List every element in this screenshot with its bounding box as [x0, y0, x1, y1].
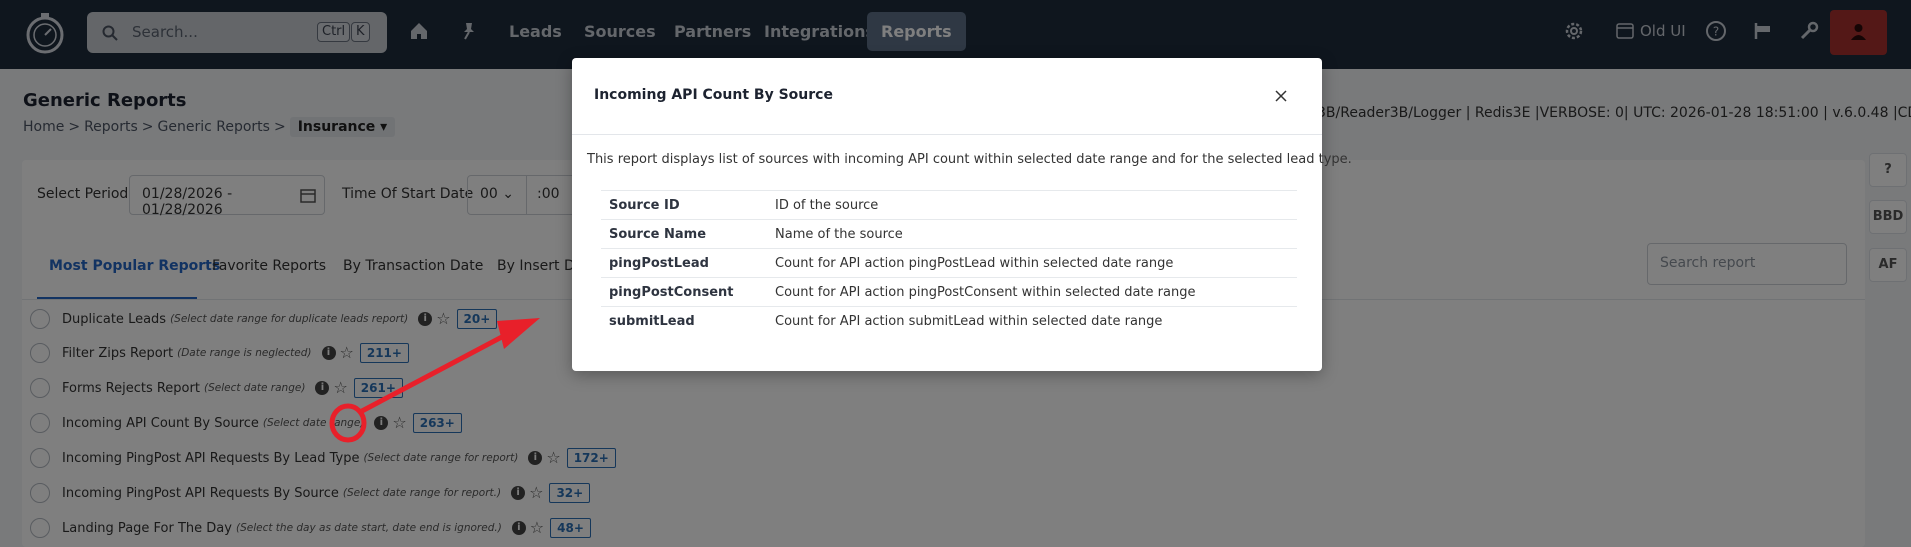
table-row: pingPostLead Count for API action pingPo…	[601, 248, 1297, 278]
field-description-table: Source ID ID of the source Source Name N…	[601, 190, 1297, 336]
close-icon[interactable]	[1271, 86, 1291, 106]
field-key: Source ID	[601, 190, 767, 220]
table-row: Source Name Name of the source	[601, 219, 1297, 249]
field-desc: Count for API action submitLead within s…	[767, 306, 1297, 336]
field-desc: Count for API action pingPostConsent wit…	[767, 277, 1297, 307]
field-key: pingPostConsent	[601, 277, 767, 307]
table-row: pingPostConsent Count for API action pin…	[601, 277, 1297, 307]
field-desc: Name of the source	[767, 219, 1297, 249]
modal-description: This report displays list of sources wit…	[587, 152, 1352, 167]
modal-divider	[572, 134, 1322, 135]
field-key: pingPostLead	[601, 248, 767, 278]
table-row: Source ID ID of the source	[601, 190, 1297, 220]
report-info-modal: Incoming API Count By Source This report…	[572, 58, 1352, 371]
table-row: submitLead Count for API action submitLe…	[601, 306, 1297, 336]
field-desc: Count for API action pingPostLead within…	[767, 248, 1297, 278]
field-desc: ID of the source	[767, 190, 1297, 220]
field-key: submitLead	[601, 306, 767, 336]
field-key: Source Name	[601, 219, 767, 249]
modal-title: Incoming API Count By Source	[594, 87, 833, 103]
